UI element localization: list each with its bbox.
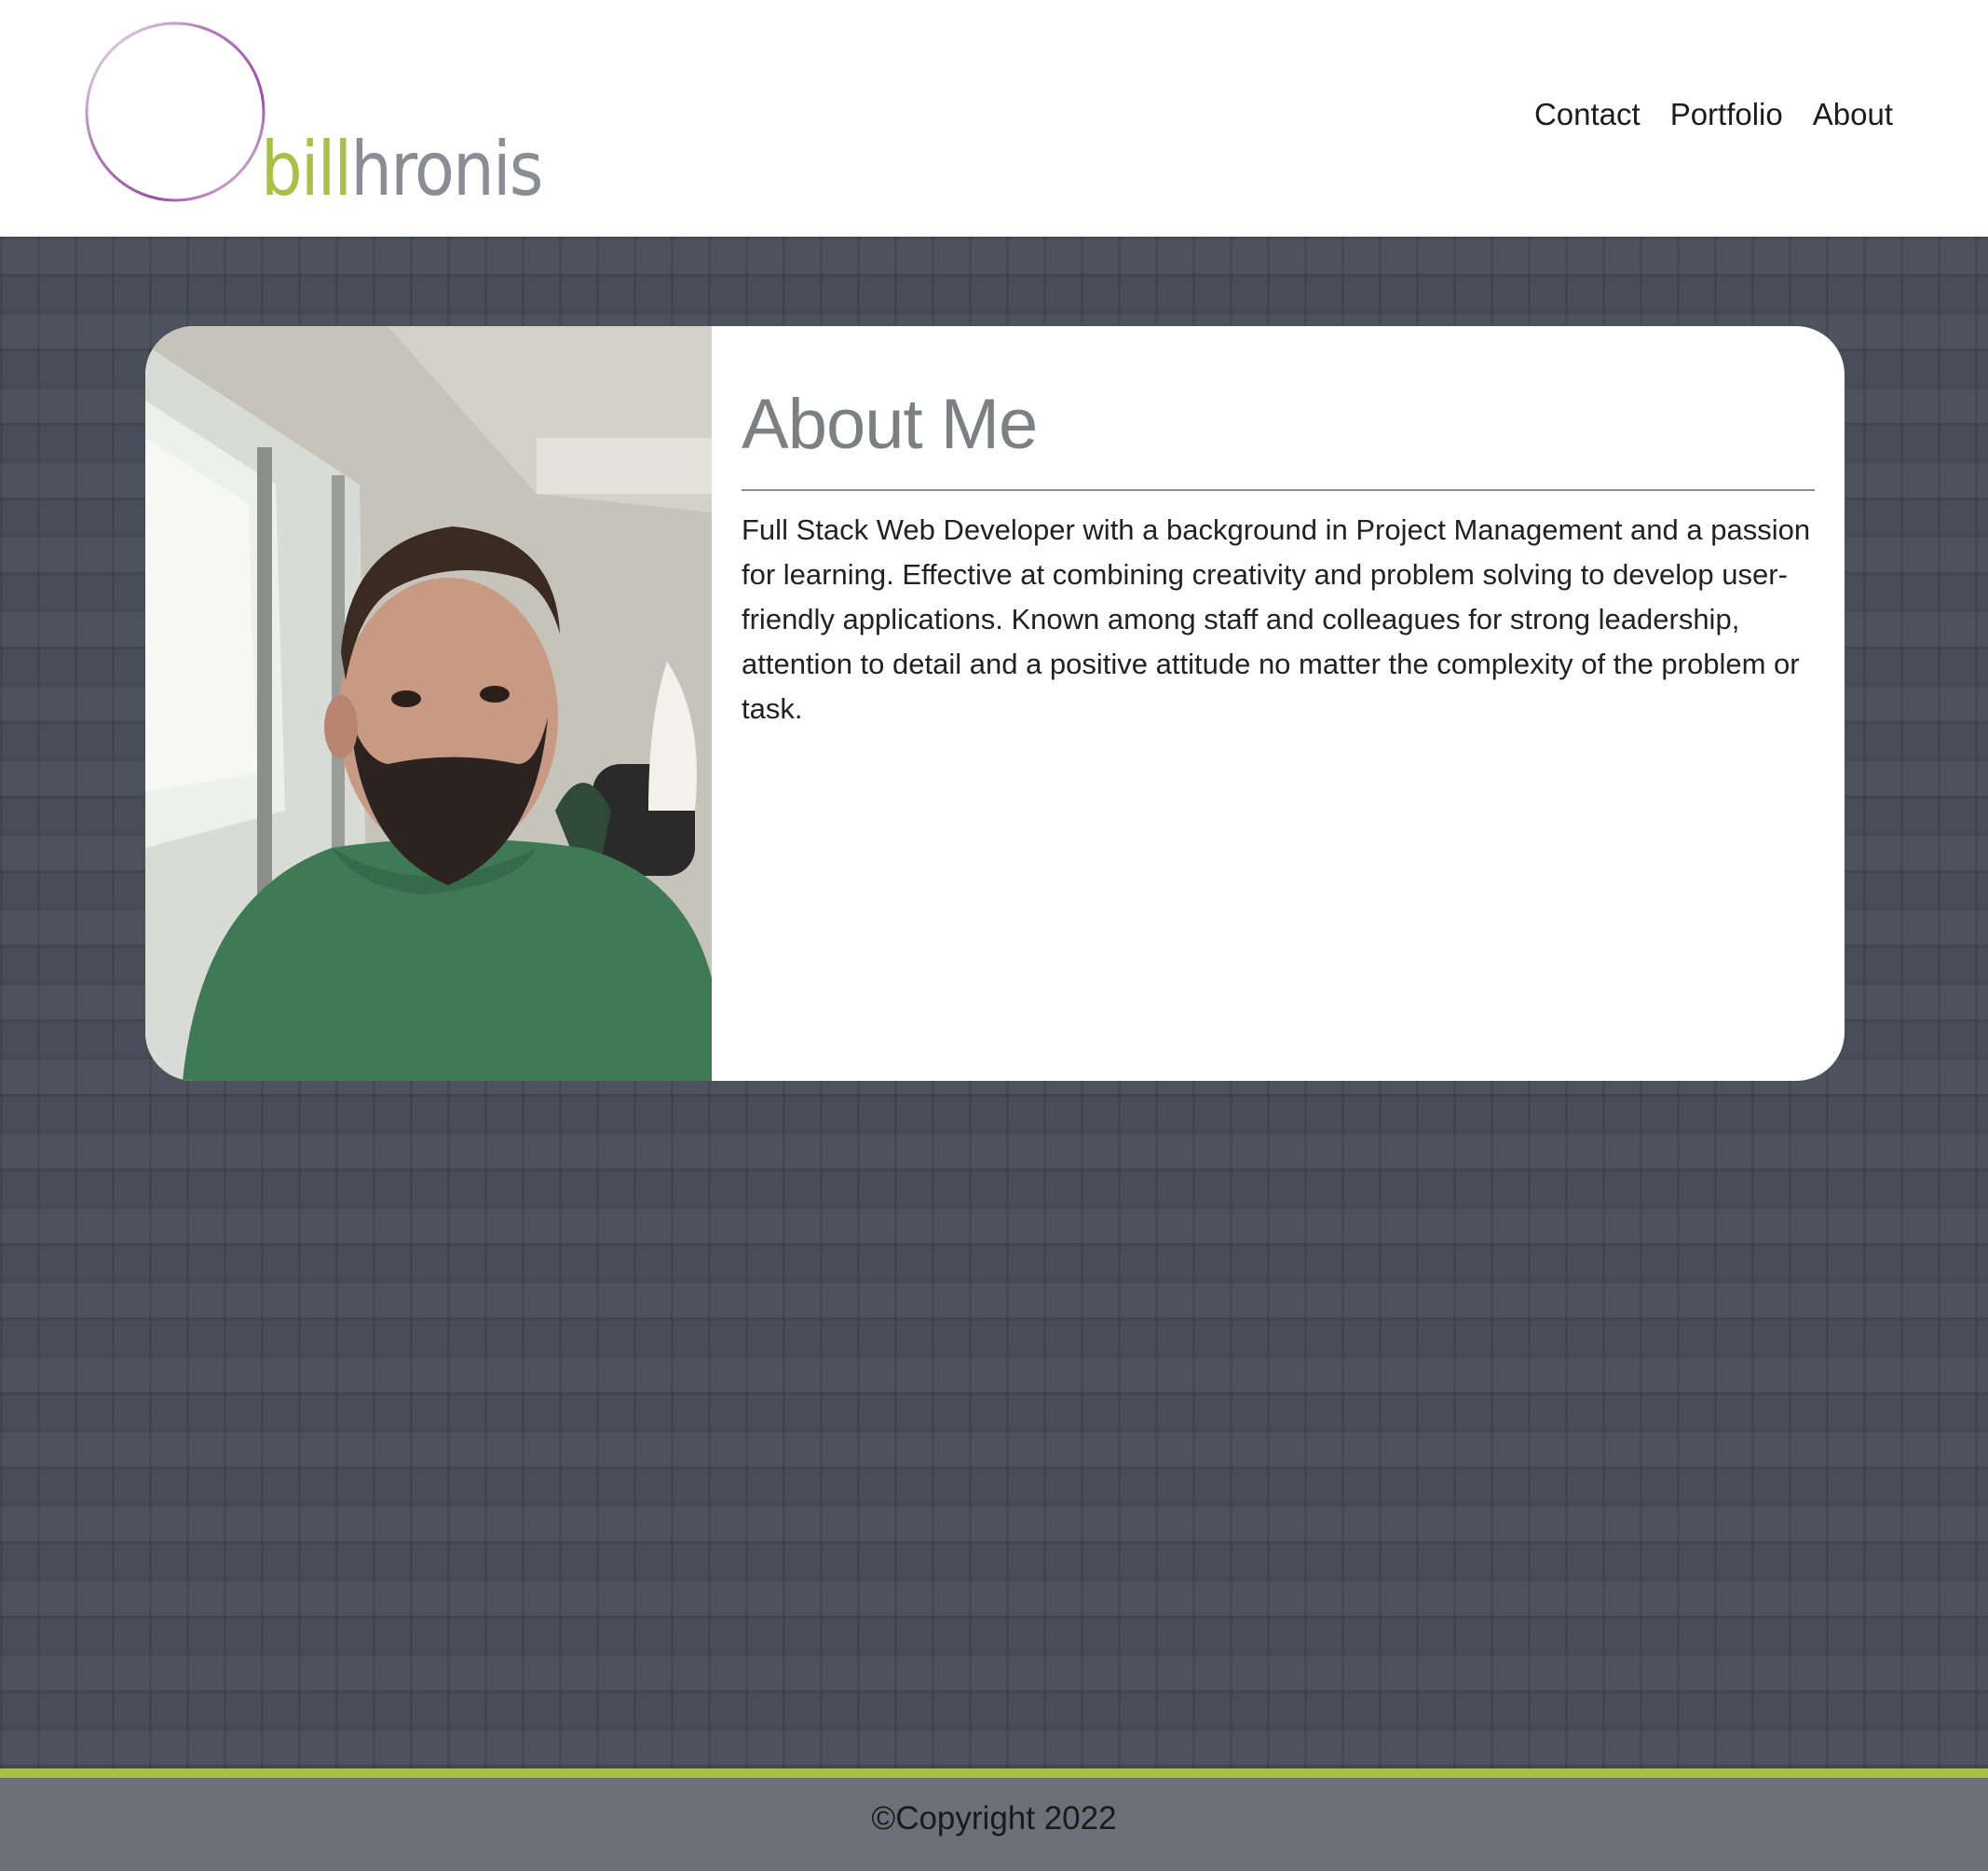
logo-wordmark: billhronis — [261, 132, 543, 207]
about-title: About Me — [742, 385, 1038, 464]
about-content: About Me Full Stack Web Developer with a… — [712, 326, 1845, 1081]
logo-last-name: hronis — [350, 126, 543, 212]
nav-contact-link[interactable]: Contact — [1534, 97, 1641, 132]
about-description: Full Stack Web Developer with a backgrou… — [742, 513, 1811, 726]
main-nav: Contact Portfolio About — [1534, 97, 1893, 132]
title-divider — [742, 489, 1815, 492]
logo-circle-icon — [85, 21, 266, 202]
logo-first-name: bill — [261, 126, 352, 212]
site-header: billhronis Contact Portfolio About — [0, 0, 1988, 237]
profile-photo — [145, 326, 712, 1081]
site-footer: ©Copyright 2022 — [0, 1769, 1988, 1871]
nav-portfolio-link[interactable]: Portfolio — [1670, 97, 1783, 132]
about-card: About Me Full Stack Web Developer with a… — [145, 326, 1845, 1081]
nav-about-link[interactable]: About — [1813, 97, 1893, 132]
site-logo[interactable]: billhronis — [82, 19, 543, 214]
copyright-text: ©Copyright 2022 — [871, 1800, 1117, 1837]
profile-portrait-image — [145, 326, 712, 1081]
